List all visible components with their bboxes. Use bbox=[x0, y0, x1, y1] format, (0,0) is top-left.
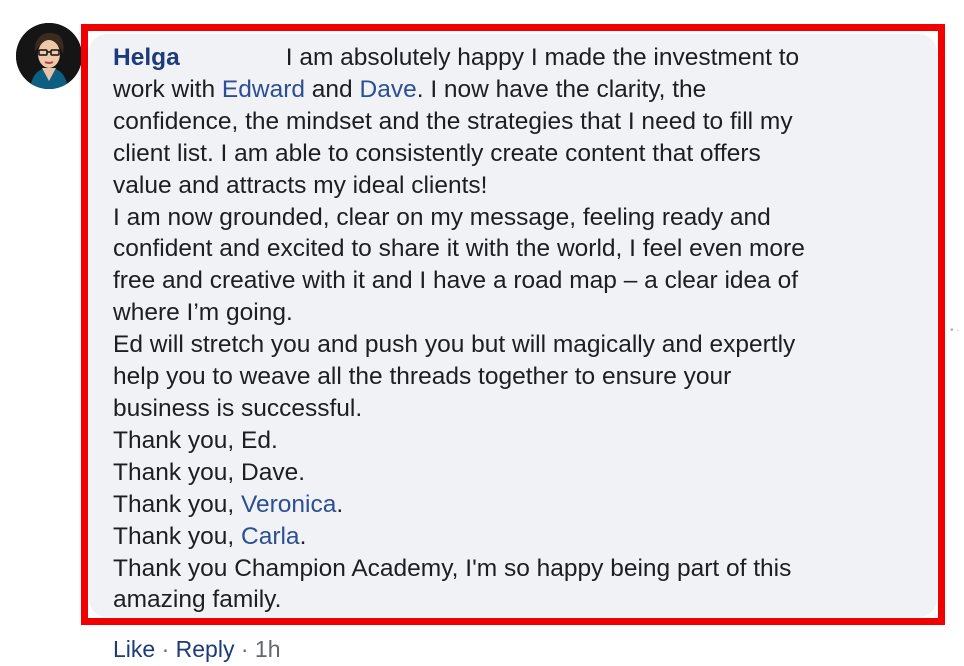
comment-author[interactable]: Helga bbox=[113, 44, 180, 71]
comment-text-segment: confidence, the mindset and the strategi… bbox=[113, 107, 793, 135]
separator-dot: · bbox=[161, 636, 170, 662]
comment-text-segment: Thank you, Dave. bbox=[113, 458, 306, 486]
comment-line: Thank you, Ed. bbox=[113, 425, 913, 457]
comment-line: value and attracts my ideal clients! bbox=[113, 170, 913, 202]
comment-line: help you to weave all the threads togeth… bbox=[113, 361, 913, 393]
mention-link[interactable]: Dave bbox=[360, 76, 417, 103]
comment-text-segment: work with bbox=[113, 75, 222, 103]
comment-line: free and creative with it and I have a r… bbox=[113, 265, 913, 297]
like-button[interactable]: Like bbox=[113, 636, 155, 662]
comment-text-segment: Thank you, Ed. bbox=[113, 426, 278, 454]
comment-text-segment: . bbox=[336, 490, 344, 518]
comment-line: work with Edward and Dave. I now have th… bbox=[113, 74, 913, 106]
mention-link[interactable]: Edward bbox=[222, 76, 305, 103]
comment-text-segment: business is successful. bbox=[113, 394, 363, 422]
timestamp[interactable]: 1h bbox=[255, 636, 281, 662]
avatar-portrait-icon bbox=[16, 23, 82, 89]
comment-text-segment: I am absolutely happy I made the investm… bbox=[285, 44, 800, 71]
separator-dot: · bbox=[240, 636, 249, 662]
comment-line: business is successful. bbox=[113, 393, 913, 425]
more-dots-icon[interactable]: • · bbox=[950, 326, 960, 336]
comment-text: Helga I am absolutely happy I made the in… bbox=[113, 42, 913, 616]
reply-button[interactable]: Reply bbox=[176, 636, 235, 662]
comment-text-segment: Thank you, bbox=[113, 522, 242, 550]
comment-text-segment: Thank you Champion Academy, I'm so happy… bbox=[113, 554, 792, 582]
comment-line: client list. I am able to consistently c… bbox=[113, 138, 913, 170]
comment-text-segment: Thank you, bbox=[113, 490, 242, 518]
comment-text-segment: confident and excited to share it with t… bbox=[113, 235, 805, 263]
comment-line: Helga I am absolutely happy I made the in… bbox=[113, 42, 913, 74]
comment-line: Ed will stretch you and push you but wil… bbox=[113, 329, 913, 361]
comment-text-segment: Ed will stretch you and push you but wil… bbox=[113, 331, 796, 359]
comment-text-segment: I am now grounded, clear on my message, … bbox=[113, 203, 771, 231]
comment-line: where I’m going. bbox=[113, 297, 913, 329]
comment-line: amazing family. bbox=[113, 584, 913, 616]
comment-actions: Like · Reply · 1h bbox=[113, 634, 281, 664]
mention-link[interactable]: Carla bbox=[241, 523, 300, 550]
comment-text-segment: free and creative with it and I have a r… bbox=[113, 267, 799, 295]
comment-text-segment: amazing family. bbox=[113, 586, 282, 614]
comment-line: confident and excited to share it with t… bbox=[113, 233, 913, 265]
comment-line: I am now grounded, clear on my message, … bbox=[113, 202, 913, 234]
comment-line: Thank you, Veronica. bbox=[113, 489, 913, 521]
comment-bubble: Helga I am absolutely happy I made the in… bbox=[89, 34, 937, 617]
mention-link[interactable]: Veronica bbox=[241, 491, 336, 518]
comment-text-segment: help you to weave all the threads togeth… bbox=[113, 363, 732, 391]
comment-text-segment: and bbox=[305, 75, 360, 103]
comment-line: Thank you, Dave. bbox=[113, 457, 913, 489]
comment-text-segment: where I’m going. bbox=[113, 299, 293, 327]
comment-line: Thank you Champion Academy, I'm so happy… bbox=[113, 553, 913, 585]
avatar[interactable] bbox=[16, 23, 82, 89]
comment-text-segment: . I now have the clarity, the bbox=[416, 75, 707, 103]
comment-line: Thank you, Carla. bbox=[113, 521, 913, 553]
comment-line: confidence, the mindset and the strategi… bbox=[113, 106, 913, 138]
comment-text-segment: client list. I am able to consistently c… bbox=[113, 139, 761, 167]
comment-text-segment: value and attracts my ideal clients! bbox=[113, 171, 488, 199]
comment-text-segment: . bbox=[299, 522, 307, 550]
